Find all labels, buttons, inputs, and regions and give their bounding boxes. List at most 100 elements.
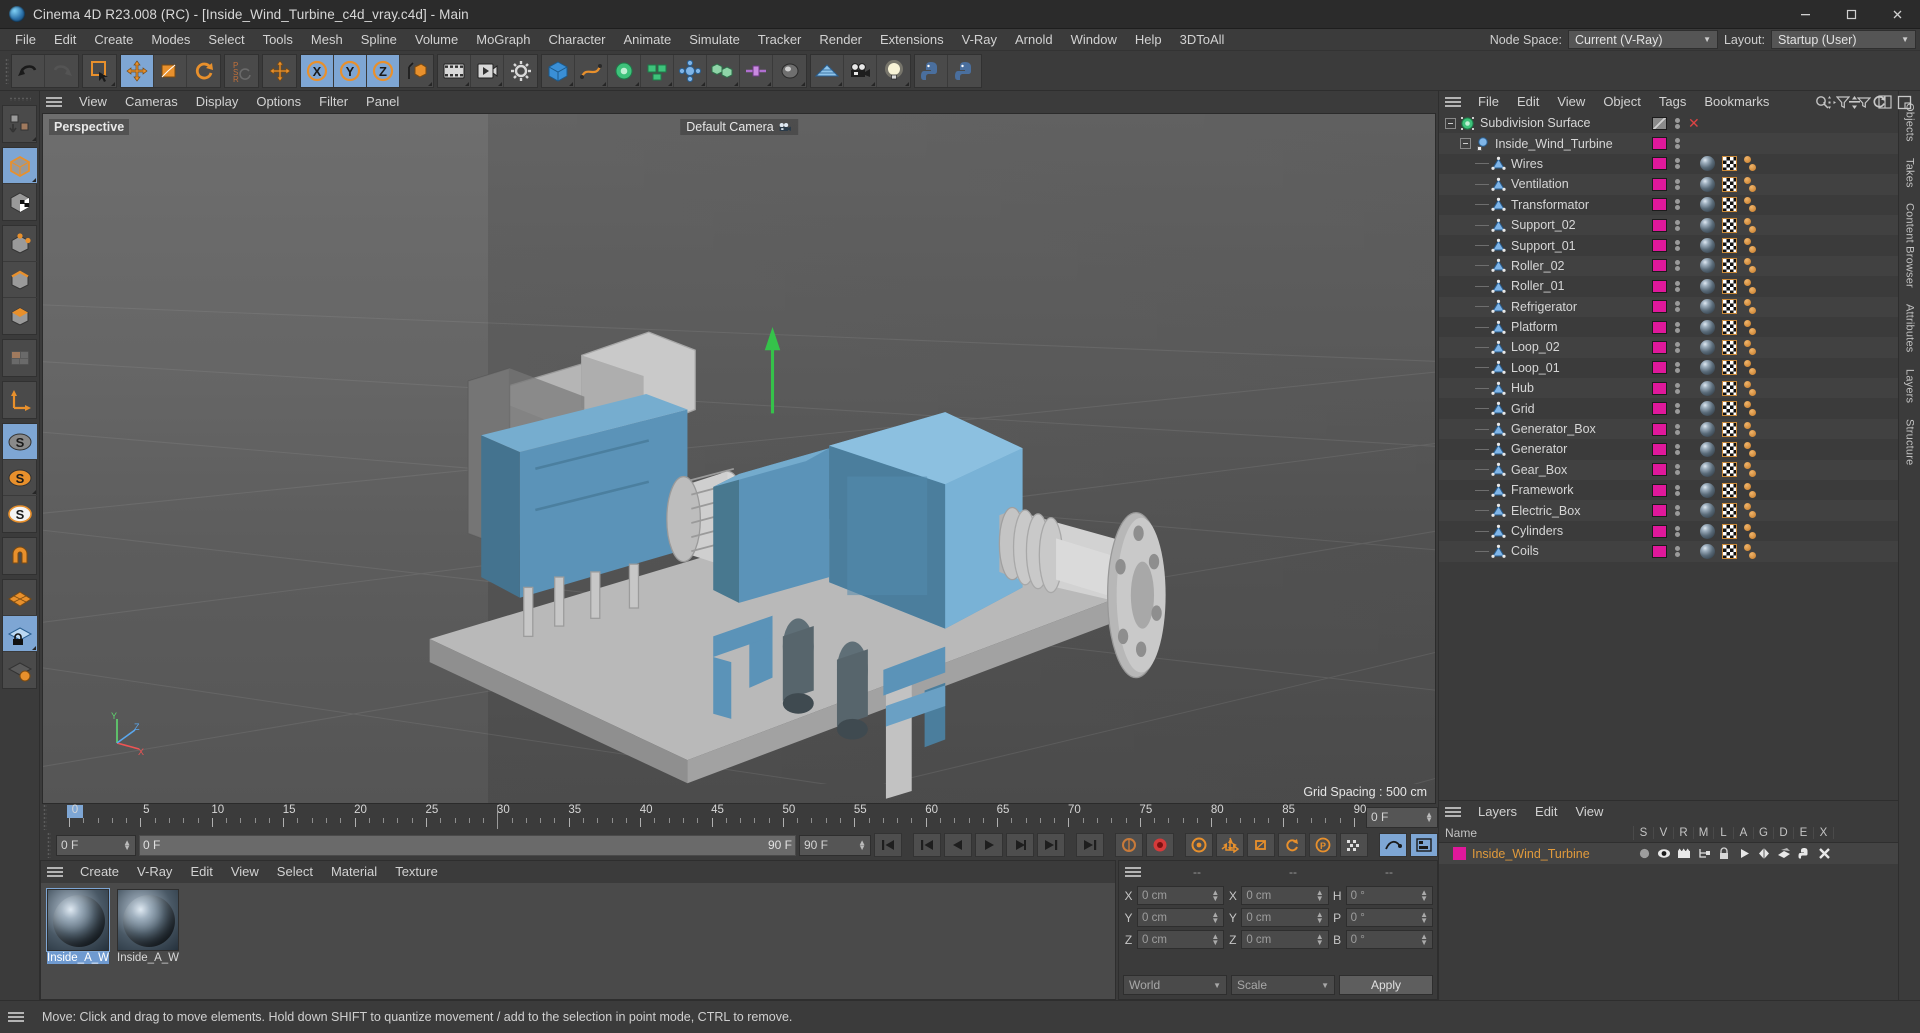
close-button[interactable] [1874, 0, 1920, 29]
object-tag-row[interactable] [1648, 378, 1898, 399]
layers-col-e[interactable]: E [1794, 826, 1814, 839]
object-row[interactable]: Support_01 [1439, 235, 1648, 256]
object-tag-row[interactable] [1648, 337, 1898, 358]
material-tag-icon[interactable] [1700, 543, 1715, 559]
vray-tag-icon[interactable] [1744, 503, 1756, 519]
object-row[interactable]: Cylinders [1439, 520, 1648, 542]
object-color-swatch[interactable] [1652, 259, 1667, 273]
material-menu-view[interactable]: View [222, 861, 268, 883]
object-axis-button[interactable] [400, 55, 433, 87]
om-menu-object[interactable]: Object [1594, 91, 1650, 113]
enable-snapping-button[interactable]: S [3, 424, 37, 460]
object-color-swatch[interactable] [1652, 177, 1667, 191]
move-tool-button[interactable] [121, 54, 154, 87]
texture-tag-icon[interactable] [1722, 238, 1737, 254]
object-color-swatch[interactable] [1652, 544, 1667, 558]
visibility-dots[interactable] [1670, 403, 1684, 415]
object-color-swatch[interactable] [1652, 320, 1667, 334]
object-color-swatch[interactable] [1652, 422, 1667, 436]
maximize-viewport-icon[interactable] [1897, 95, 1912, 110]
visibility-dots[interactable] [1670, 178, 1684, 190]
object-row[interactable]: Electric_Box [1439, 500, 1648, 521]
viewport-menu-display[interactable]: Display [187, 91, 248, 113]
wind-turbine-model[interactable] [43, 114, 1435, 803]
object-color-swatch[interactable] [1652, 483, 1667, 497]
size-y-input[interactable]: 0 cm ▲ ▼ [1241, 908, 1329, 927]
object-row[interactable]: Inside_Wind_Turbine [1439, 133, 1648, 154]
layer-expressions-icon[interactable] [1794, 843, 1814, 864]
viewport-3d[interactable]: Perspective Default Camera Y X Z Grid Sp… [42, 113, 1436, 804]
vray-tag-icon[interactable] [1744, 339, 1756, 355]
material-tag-icon[interactable] [1700, 258, 1715, 274]
spline-pen-button[interactable] [575, 54, 608, 87]
layers-col-v[interactable]: V [1654, 826, 1674, 839]
om-menu-tags[interactable]: Tags [1650, 91, 1695, 113]
object-tag-row[interactable] [1648, 459, 1898, 481]
array-button[interactable] [641, 54, 674, 87]
layers-col-g[interactable]: G [1754, 826, 1774, 839]
texture-tag-icon[interactable] [1722, 360, 1737, 376]
object-tag-columns[interactable]: ✕ [1648, 113, 1898, 800]
autokeying-button[interactable] [1185, 833, 1213, 857]
layer-row[interactable]: Inside_Wind_Turbine [1439, 843, 1898, 864]
object-color-swatch[interactable] [1652, 300, 1667, 314]
material-tag-icon[interactable] [1700, 482, 1715, 498]
object-tag-row[interactable] [1648, 296, 1898, 317]
object-row[interactable]: Framework [1439, 480, 1648, 501]
object-color-swatch[interactable] [1652, 442, 1667, 456]
timeline-frame-field[interactable]: 0 F ▲ ▼ [1366, 806, 1438, 828]
spinner-icon[interactable]: ▲ ▼ [1316, 910, 1324, 924]
object-row[interactable]: Wires [1439, 153, 1648, 175]
object-row[interactable]: Platform [1439, 316, 1648, 338]
texture-tag-icon[interactable] [1722, 421, 1737, 437]
spinner-icon[interactable]: ▲ ▼ [1211, 932, 1219, 946]
texture-tag-icon[interactable] [1722, 197, 1737, 213]
vray-tag-icon[interactable] [1744, 299, 1756, 315]
viewport-menu-cameras[interactable]: Cameras [116, 91, 187, 113]
object-tag-row[interactable] [1648, 133, 1898, 154]
visibility-dots[interactable] [1670, 505, 1684, 517]
timeline-ruler-bar[interactable]: 0 5 10 15 20 25 30 35 40 45 50 55 60 65 70 75 80 85 90 0 F… [40, 804, 1438, 830]
node-space-select[interactable]: Current (V-Ray) ▼ [1567, 30, 1718, 49]
layer-deformers-icon[interactable] [1774, 843, 1794, 864]
material-tag-icon[interactable] [1700, 421, 1715, 437]
zoom-view-icon[interactable] [1847, 95, 1862, 110]
object-row[interactable]: Loop_01 [1439, 357, 1648, 379]
texture-tag-icon[interactable] [1722, 503, 1737, 519]
lock-workplane-button[interactable] [3, 616, 37, 652]
edge-tab-takes[interactable]: Takes [1901, 150, 1919, 196]
magnet-tool-button[interactable] [3, 538, 37, 574]
menu-edit[interactable]: Edit [45, 29, 85, 51]
key-position-button[interactable] [1216, 833, 1244, 857]
menu-create[interactable]: Create [85, 29, 142, 51]
object-tag-row[interactable] [1648, 153, 1898, 175]
expand-collapse-icon[interactable] [1445, 117, 1456, 129]
timeline-ruler[interactable]: 0 5 10 15 20 25 30 35 40 45 50 55 60 65 70 75 80 85 90 [53, 804, 1366, 829]
layers-col-x[interactable]: X [1814, 826, 1834, 839]
visibility-dots[interactable] [1670, 138, 1684, 150]
edge-tab-structure[interactable]: Structure [1901, 411, 1919, 473]
visibility-dots[interactable] [1670, 158, 1684, 170]
object-row[interactable]: Coils [1439, 541, 1648, 562]
texture-tag-icon[interactable] [1722, 299, 1737, 315]
menu-mesh[interactable]: Mesh [302, 29, 352, 51]
subdivision-surface-button[interactable] [608, 54, 641, 87]
simulation-toggle-button[interactable] [1379, 833, 1407, 857]
object-tag-row[interactable] [1648, 357, 1898, 379]
edge-tab-attributes[interactable]: Attributes [1901, 296, 1919, 360]
python-generator-button[interactable] [948, 55, 981, 87]
go-to-end-button[interactable] [1037, 833, 1065, 857]
record-mode-button[interactable] [1115, 833, 1143, 857]
point-level-animation-button[interactable] [1340, 833, 1368, 857]
texture-tag-icon[interactable] [1722, 441, 1737, 457]
transport-grip[interactable] [44, 830, 53, 860]
visibility-dots[interactable] [1670, 117, 1684, 129]
layout-select[interactable]: Startup (User) ▼ [1771, 30, 1916, 49]
vray-tag-icon[interactable] [1744, 380, 1756, 396]
spinner-icon[interactable]: ▲ ▼ [858, 839, 866, 852]
object-color-swatch[interactable] [1652, 218, 1667, 232]
object-tag-row[interactable] [1648, 214, 1898, 236]
menu-select[interactable]: Select [199, 29, 253, 51]
texture-tag-icon[interactable] [1722, 156, 1737, 172]
visibility-dots[interactable] [1670, 240, 1684, 252]
